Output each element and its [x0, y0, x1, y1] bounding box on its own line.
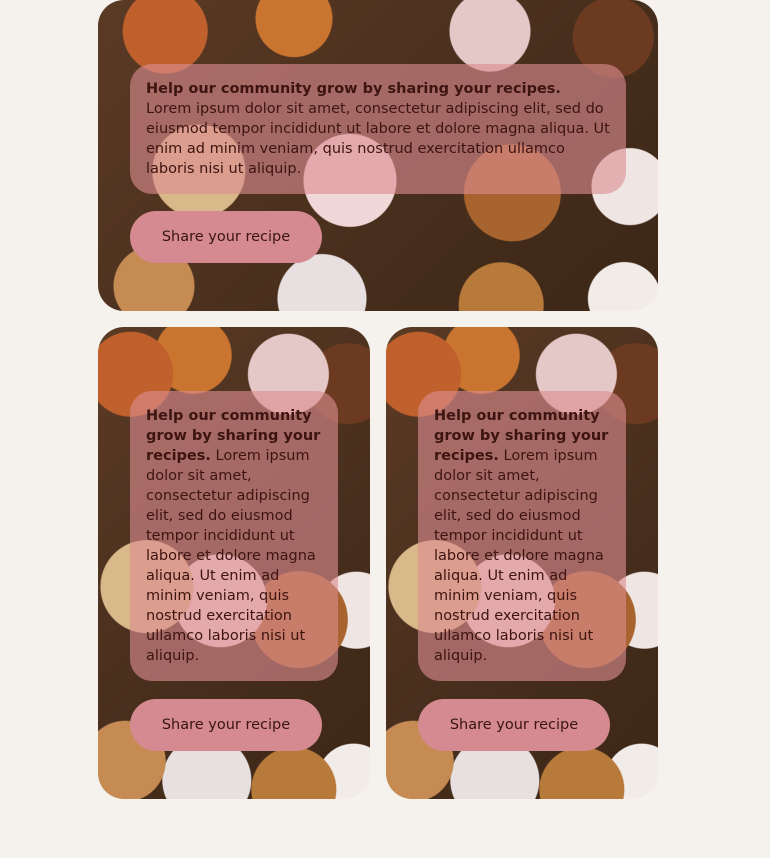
recipe-card-left: Help our community grow by sharing your … — [98, 327, 370, 799]
card-text-box: Help our community grow by sharing your … — [130, 391, 338, 681]
card-text-box: Help our community grow by sharing your … — [130, 64, 626, 194]
share-recipe-button[interactable]: Share your recipe — [130, 699, 322, 751]
card-heading: Help our community grow by sharing your … — [146, 81, 561, 97]
recipe-card-wide: Help our community grow by sharing your … — [98, 0, 658, 311]
share-recipe-button[interactable]: Share your recipe — [418, 699, 610, 751]
card-body: Lorem ipsum dolor sit amet, consectetur … — [146, 101, 610, 177]
share-recipe-button[interactable]: Share your recipe — [130, 211, 322, 263]
recipe-card-right: Help our community grow by sharing your … — [386, 327, 658, 799]
card-body: Lorem ipsum dolor sit amet, consectetur … — [146, 448, 316, 664]
card-text-box: Help our community grow by sharing your … — [418, 391, 626, 681]
card-body: Lorem ipsum dolor sit amet, consectetur … — [434, 448, 604, 664]
